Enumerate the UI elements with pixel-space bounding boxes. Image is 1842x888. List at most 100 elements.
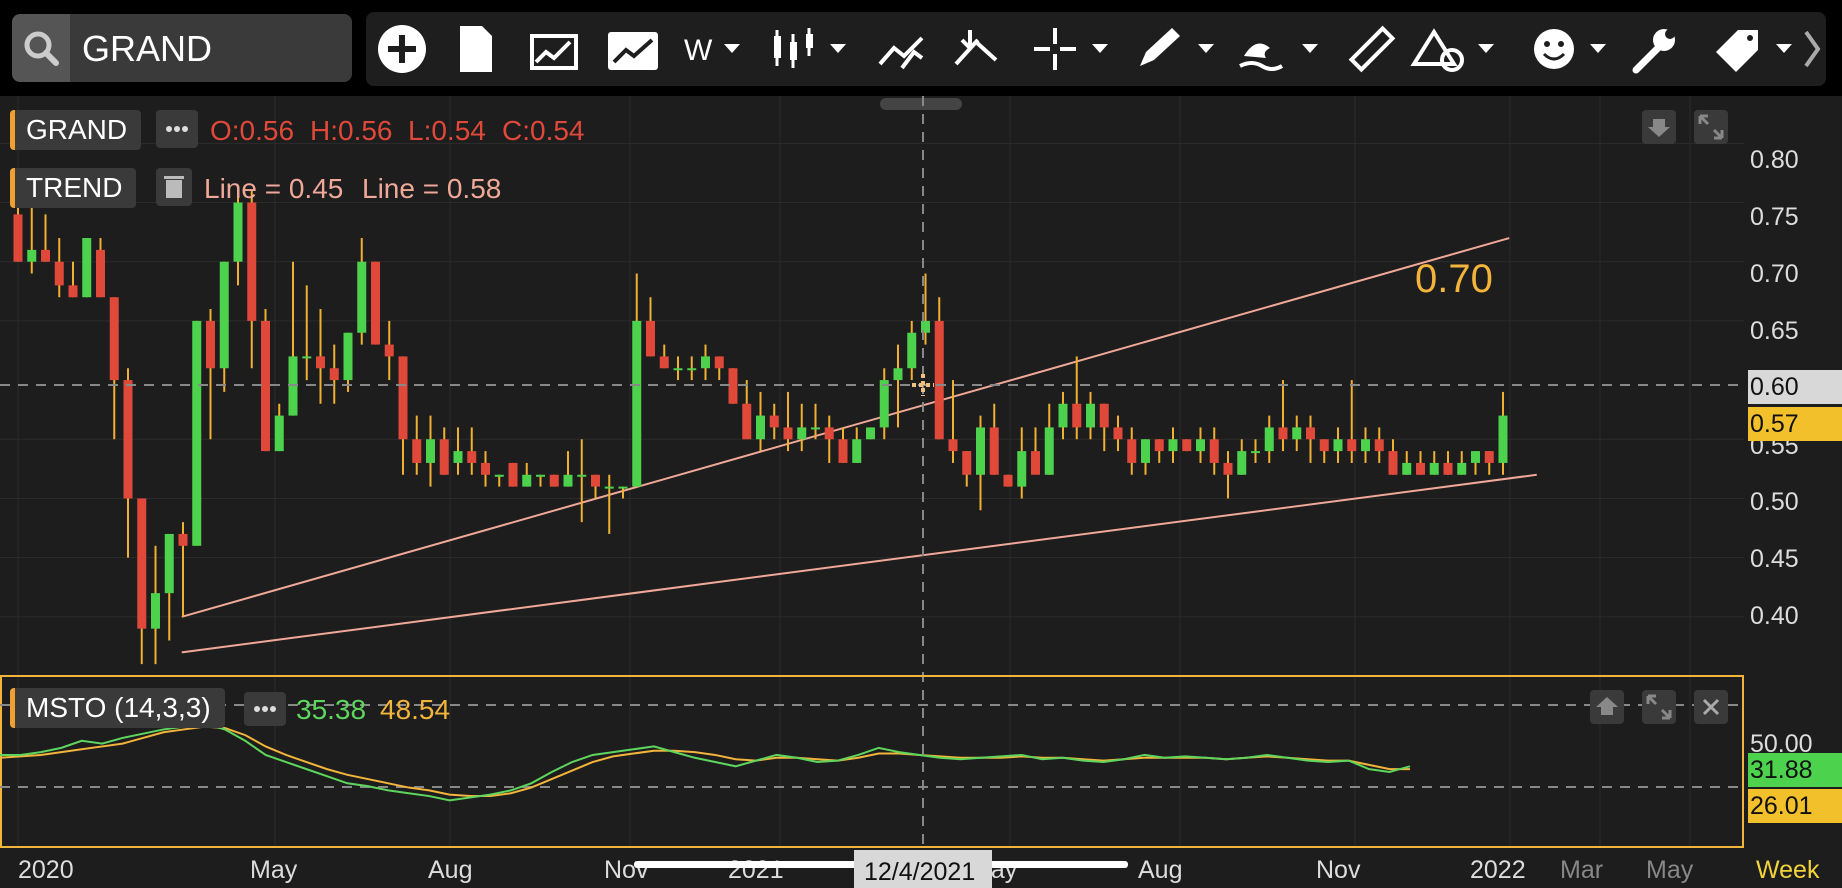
symbol-badge[interactable]: GRAND (10, 110, 142, 150)
candle-body (783, 427, 793, 440)
candle-body (178, 533, 188, 546)
arrow-down-icon (1648, 119, 1670, 137)
expand-icon (1646, 694, 1672, 720)
candle-body (1058, 403, 1068, 428)
candle-body (659, 356, 669, 369)
candle-body (1086, 403, 1095, 428)
candle-body (316, 356, 325, 369)
candle-body (563, 474, 573, 487)
candle-body (838, 439, 848, 463)
candle-body (82, 238, 92, 298)
candle-body (508, 462, 518, 487)
stoch-d-last: 26.01 (1750, 792, 1813, 820)
indicator-menu-button[interactable] (244, 692, 286, 726)
candle-body (137, 498, 147, 629)
candle-body (948, 439, 958, 452)
candle-body (109, 297, 119, 381)
move-pane-up-button[interactable] (1590, 690, 1624, 724)
candle-body (481, 462, 490, 475)
candle-body (1099, 403, 1109, 428)
candle-body (41, 249, 50, 262)
candle-body (1182, 439, 1192, 452)
candle-body (206, 320, 215, 369)
candle-body (577, 474, 587, 477)
candle-body (54, 261, 64, 286)
candle-body (1333, 439, 1343, 452)
candle-body (673, 368, 683, 371)
trend-annotation[interactable]: 0.70 (1415, 257, 1493, 301)
time-tick: Nov (1316, 856, 1361, 884)
time-tick: Aug (428, 856, 472, 884)
chart-background (0, 96, 1842, 888)
candle-body (1471, 451, 1480, 463)
time-tick: 2020 (18, 856, 74, 884)
candle-body (27, 249, 37, 262)
candle-body (96, 249, 105, 298)
candle-body (453, 451, 463, 463)
ohlc-close: C:0.54 (502, 115, 585, 146)
candle-body (68, 285, 78, 298)
price-tick: 0.65 (1750, 317, 1799, 345)
candle-body (274, 415, 284, 452)
period-label[interactable]: Week (1756, 856, 1820, 884)
trend-label: TREND (26, 172, 123, 203)
candle-body (824, 427, 834, 440)
candle-body (797, 427, 807, 440)
legend-menu-button[interactable] (156, 110, 198, 148)
candle-body (522, 474, 532, 487)
crosshair-date: 12/4/2021 (864, 858, 975, 886)
delete-trend-button[interactable] (156, 168, 192, 206)
candle-body (1196, 439, 1205, 452)
crosshair-price: 0.60 (1750, 373, 1799, 401)
candle-body (1044, 427, 1054, 475)
maximize-indicator-button[interactable] (1642, 690, 1676, 724)
stoch-k-value: 35.38 (296, 694, 367, 725)
candle-body (1278, 427, 1288, 440)
price-tick: 0.50 (1750, 488, 1799, 516)
symbol-label: GRAND (26, 114, 128, 145)
candle-body (1319, 439, 1329, 452)
arrow-up-icon (1596, 697, 1618, 715)
trend-line-2-value: Line = 0.58 (362, 173, 502, 204)
more-icon (166, 126, 188, 132)
candle-body (769, 415, 779, 428)
candle-body (1031, 451, 1040, 475)
candle-body (1388, 451, 1398, 475)
candle-body (426, 439, 435, 463)
candle-body (371, 261, 380, 345)
candle-body (756, 415, 765, 440)
candle-body (247, 202, 257, 321)
candle-body (151, 593, 160, 629)
candle-body (192, 320, 202, 546)
ohlc-low: L:0.54 (408, 115, 486, 146)
candle-body (302, 356, 312, 359)
candle-body (866, 427, 875, 440)
candle-body (714, 356, 724, 369)
close-icon (1702, 698, 1720, 716)
trend-badge[interactable]: TREND (10, 168, 137, 208)
panel-resize-handle[interactable] (880, 98, 962, 110)
candle-body (261, 320, 270, 452)
candle-body (1154, 439, 1164, 452)
time-tick: 2022 (1470, 856, 1526, 884)
candle-body (604, 486, 614, 489)
last-price: 0.57 (1750, 410, 1799, 438)
trash-icon (164, 176, 184, 198)
candle-body (1306, 427, 1315, 440)
stoch-d-box: 26.01 (1748, 789, 1842, 823)
candle-body (811, 427, 820, 430)
candle-body (907, 332, 917, 369)
indicator-badge[interactable]: MSTO (14,3,3) (10, 688, 225, 728)
candle-body (646, 320, 655, 357)
close-indicator-button[interactable] (1694, 690, 1728, 724)
candle-body (1402, 462, 1412, 475)
time-tick: Nov (604, 856, 649, 884)
candle-body (742, 403, 752, 440)
crosshair-price-box: 0.60 (1748, 370, 1842, 404)
candle-body (439, 439, 449, 475)
move-pane-down-button[interactable] (1642, 110, 1676, 144)
maximize-pane-button[interactable] (1694, 110, 1728, 144)
candle-body (1209, 439, 1219, 463)
price-tick: 0.45 (1750, 545, 1799, 573)
candle-body (1264, 427, 1274, 452)
